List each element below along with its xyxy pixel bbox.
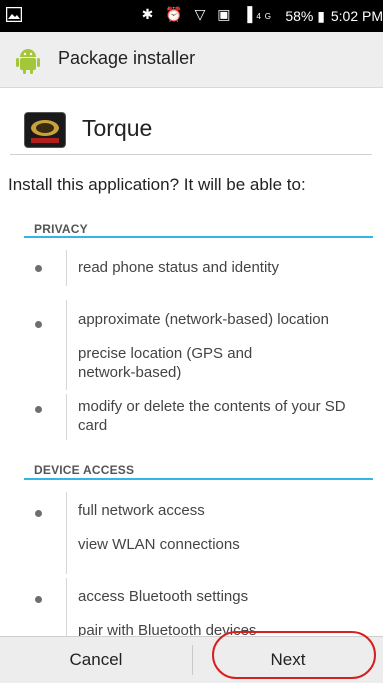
section-divider — [24, 478, 373, 480]
button-bar: Cancel Next — [0, 631, 383, 683]
android-icon — [16, 49, 40, 74]
bullet-icon — [35, 321, 42, 328]
permission-item: modify or delete the contents of your SD… — [78, 398, 346, 434]
permission-item: precise location (GPS and network-based) — [78, 345, 253, 381]
next-button[interactable]: Next — [193, 637, 383, 683]
permission-item: view WLAN connections — [78, 536, 240, 553]
permission-item: full network access — [78, 502, 205, 519]
battery-level: 58% ▮ — [285, 8, 325, 24]
divider — [66, 250, 67, 286]
battery-icon: ▮ — [317, 8, 325, 24]
cancel-button[interactable]: Cancel — [0, 637, 192, 683]
bullet-icon — [35, 406, 42, 413]
page-title: Package installer — [58, 48, 196, 68]
section-title-privacy: PRIVACY — [34, 222, 88, 236]
status-icons: ✱ ⏰ ▽ ▣ ▐4G — [142, 6, 275, 23]
divider — [66, 492, 67, 574]
install-question: Install this application? It will be abl… — [8, 175, 306, 194]
section-title-device-access: DEVICE ACCESS — [34, 463, 135, 477]
wifi-icon: ▽ — [194, 6, 210, 22]
permission-item: access Bluetooth settings — [78, 588, 249, 605]
action-bar: Package installer — [0, 32, 383, 88]
permission-item: approximate (network-based) location — [78, 311, 329, 328]
divider — [66, 300, 67, 390]
divider — [66, 394, 67, 440]
bullet-icon — [35, 596, 42, 603]
bluetooth-icon: ✱ — [141, 6, 158, 22]
permission-item: read phone status and identity — [78, 259, 279, 276]
divider — [66, 578, 67, 636]
alarm-icon: ⏰ — [165, 6, 187, 22]
section-divider — [24, 236, 373, 238]
sim-icon: ▣ — [217, 6, 235, 22]
app-name: Torque — [82, 115, 153, 141]
torque-app-icon — [24, 112, 66, 148]
divider — [10, 154, 372, 155]
clock: 5:02 PM — [330, 8, 383, 24]
bullet-icon — [35, 510, 42, 517]
status-bar: ✱ ⏰ ▽ ▣ ▐4G 58% ▮ 5:02 PM — [0, 0, 383, 32]
signal-icon: ▐4G — [242, 6, 275, 22]
image-notification-icon — [6, 7, 22, 22]
bullet-icon — [35, 265, 42, 272]
